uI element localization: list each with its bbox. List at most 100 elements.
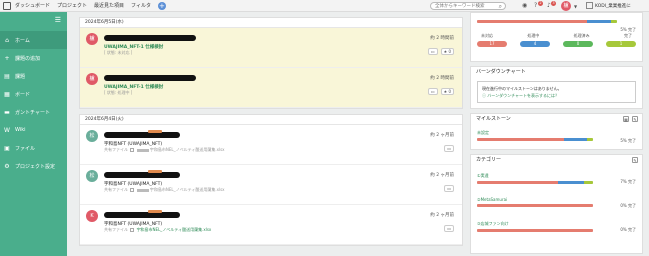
bar-in-progress	[564, 138, 587, 141]
label-resolved: 処理済み	[573, 33, 590, 38]
sidebar-item-wiki[interactable]: W Wiki	[0, 121, 67, 139]
calendar-icon[interactable]: ▦	[623, 116, 629, 122]
shared-file-line: 共有ファイル 宇和島市NEL_ノベルティ酸送用蘭集.xlsx	[104, 187, 225, 193]
sidebar-item-label: ホーム	[15, 37, 30, 44]
list-item[interactable]: 櫨 UWAJIMA_NFT-1 仕様検討 [ 状態: 未対応 ] 約 2 時間前…	[80, 28, 462, 68]
burndown-card: バーンダウンチャート 現在進行中のマイルストーンはありません。 ⓘ バーンダウン…	[470, 66, 643, 109]
menu-icon[interactable]: ☰	[55, 16, 61, 24]
comment-icon[interactable]: ▭	[427, 48, 438, 55]
redacted-user	[104, 75, 196, 81]
burndown-message: 現在進行中のマイルストーンはありません。	[482, 86, 562, 91]
sidebar-item-issues[interactable]: ▤ 課題	[0, 67, 67, 85]
edit-icon[interactable]: ✎	[632, 157, 638, 163]
chevron-down-icon[interactable]: ▼	[574, 4, 577, 9]
issue-status: [ 状態: 処理中 ]	[104, 90, 133, 95]
burndown-title: バーンダウンチャート	[476, 69, 526, 75]
category-row: ①実遠 7% 完了	[471, 166, 642, 190]
entry-actions: ▭	[441, 225, 454, 232]
top-nav: ダッシュボード プロジェクト 最近見た項目 フィルタ +	[15, 1, 166, 10]
search-icon[interactable]: ⌕	[499, 3, 502, 11]
burndown-link-text[interactable]: バーンダウンチャートを表示するには？	[487, 93, 559, 98]
bar-in-progress	[587, 20, 611, 23]
category-title: カテゴリー	[476, 157, 502, 163]
bar-open	[477, 181, 558, 184]
feed-day-card: 2024年6月4日(火) 松 宇和島NFT (UWAJIMA_NFT) 共有ファ…	[79, 114, 463, 246]
sidebar-item-label: 課題の追加	[15, 55, 41, 62]
milestone-header-actions: ▦ ✎	[620, 116, 638, 122]
star-button[interactable]: ★ 0	[440, 88, 454, 95]
star-button[interactable]: ★ 0	[440, 48, 454, 55]
sidebar-item-home[interactable]: ⌂ ホーム	[0, 31, 67, 49]
timestamp: 約 2 ヶ月前	[430, 213, 454, 218]
count-resolved[interactable]: 0	[563, 41, 593, 47]
milestone-item-label[interactable]: 未設定	[477, 130, 636, 136]
burndown-help-link[interactable]: ⓘ バーンダウンチャートを表示するには？	[482, 92, 631, 99]
edit-icon[interactable]: ✎	[632, 116, 638, 122]
help-icon[interactable]: ?	[534, 2, 537, 9]
avatar[interactable]: 櫨	[86, 33, 98, 45]
file-path[interactable]: 宇和島市NEL_ノベルティ酸送用蘭集.xlsx	[137, 227, 212, 232]
file-icon	[130, 148, 135, 152]
nav-filter[interactable]: フィルタ	[131, 2, 151, 9]
label-done: 完了	[623, 33, 632, 38]
file-path[interactable]: 宇和島市NEL_ノベルティ酸送用蘭集.xlsx	[150, 187, 225, 192]
sidebar: ☰ ⌂ ホーム + 課題の追加 ▤ 課題 ▦ ボード ▬ ガントチャート W W…	[0, 12, 67, 256]
space-switcher[interactable]: KODI_業業推進に	[586, 2, 631, 9]
redacted-user	[104, 132, 180, 138]
app-logo-icon[interactable]	[3, 1, 11, 10]
plus-icon: +	[4, 54, 10, 62]
comment-icon[interactable]: ▭	[444, 225, 454, 232]
timestamp: 約 2 時間前	[430, 76, 454, 81]
issue-status: [ 状態: 未対応 ]	[104, 50, 133, 55]
feed-date: 2024年6月5日(水)	[80, 18, 462, 28]
add-icon[interactable]: +	[157, 1, 166, 10]
timestamp: 約 2 ヶ月前	[430, 173, 454, 178]
redacted-user	[104, 172, 180, 178]
sidebar-item-label: ファイル	[15, 145, 36, 152]
file-path[interactable]: 宇和島市NEL_ノベルティ酸送用蘭集.xlsx	[150, 147, 225, 152]
avatar[interactable]: 松	[86, 170, 98, 182]
count-in-progress[interactable]: 4	[520, 41, 550, 47]
comment-icon[interactable]: ▭	[444, 185, 454, 192]
redacted-folder	[136, 188, 149, 192]
comment-icon[interactable]: ▭	[444, 145, 454, 152]
entry-actions: ▭	[441, 145, 454, 152]
milestone-title: マイルストーン	[476, 116, 511, 122]
category-label[interactable]: ①実遠	[477, 173, 636, 179]
sidebar-item-project-settings[interactable]: ⚙ プロジェクト設定	[0, 157, 67, 175]
category-bar	[477, 229, 593, 232]
category-label[interactable]: ③店城ファン向け	[477, 221, 636, 227]
sidebar-item-gantt[interactable]: ▬ ガントチャート	[0, 103, 67, 121]
count-open[interactable]: 17	[477, 41, 507, 47]
redacted-tag	[148, 170, 162, 173]
sidebar-item-add-issue[interactable]: + 課題の追加	[0, 49, 67, 67]
notification-badge: 3	[551, 1, 556, 6]
nav-projects[interactable]: プロジェクト	[57, 2, 87, 9]
sidebar-item-files[interactable]: ▣ ファイル	[0, 139, 67, 157]
user-avatar[interactable]: 櫨	[561, 1, 571, 11]
list-item[interactable]: K 宇和島NFT (UWAJIMA_NFT) 共有ファイル 宇和島市NEL_ノベ…	[80, 205, 462, 245]
label-in-progress: 処理中	[527, 33, 540, 38]
sidebar-item-board[interactable]: ▦ ボード	[0, 85, 67, 103]
burndown-notice: 現在進行中のマイルストーンはありません。 ⓘ バーンダウンチャートを表示するには…	[471, 78, 642, 108]
list-item[interactable]: 松 宇和島NFT (UWAJIMA_NFT) 共有ファイル 宇和島市NEL_ノベ…	[80, 165, 462, 205]
file-label: 共有ファイル	[104, 187, 128, 192]
nav-dashboard[interactable]: ダッシュボード	[15, 2, 50, 9]
avatar[interactable]: K	[86, 210, 98, 222]
count-done[interactable]: 1	[606, 41, 636, 47]
eye-icon[interactable]: ◉	[522, 2, 527, 9]
right-panel: 5% 完了 未対応 処理中 処理済み 完了 17 4 0 1 バーンダウンチャー…	[470, 12, 643, 256]
gantt-icon: ▬	[4, 108, 10, 116]
list-item[interactable]: 櫨 UWAJIMA_NFT-1 仕様検討 [ 状態: 処理中 ] 約 2 時間前…	[80, 68, 462, 108]
file-icon: ▣	[4, 144, 10, 152]
category-row: ③店城ファン向け 0% 完了	[471, 214, 642, 238]
activity-feed: 2024年6月5日(水) 櫨 UWAJIMA_NFT-1 仕様検討 [ 状態: …	[79, 17, 463, 251]
avatar[interactable]: 松	[86, 130, 98, 142]
comment-icon[interactable]: ▭	[427, 88, 438, 95]
search-input[interactable]	[435, 3, 495, 9]
category-label[interactable]: ②MetaSamurai	[477, 197, 636, 202]
list-item[interactable]: 松 宇和島NFT (UWAJIMA_NFT) 共有ファイル 宇和島市NEL_ノベ…	[80, 125, 462, 165]
category-header-actions: ✎	[629, 157, 638, 163]
avatar[interactable]: 櫨	[86, 73, 98, 85]
nav-recent[interactable]: 最近見た項目	[94, 2, 124, 9]
